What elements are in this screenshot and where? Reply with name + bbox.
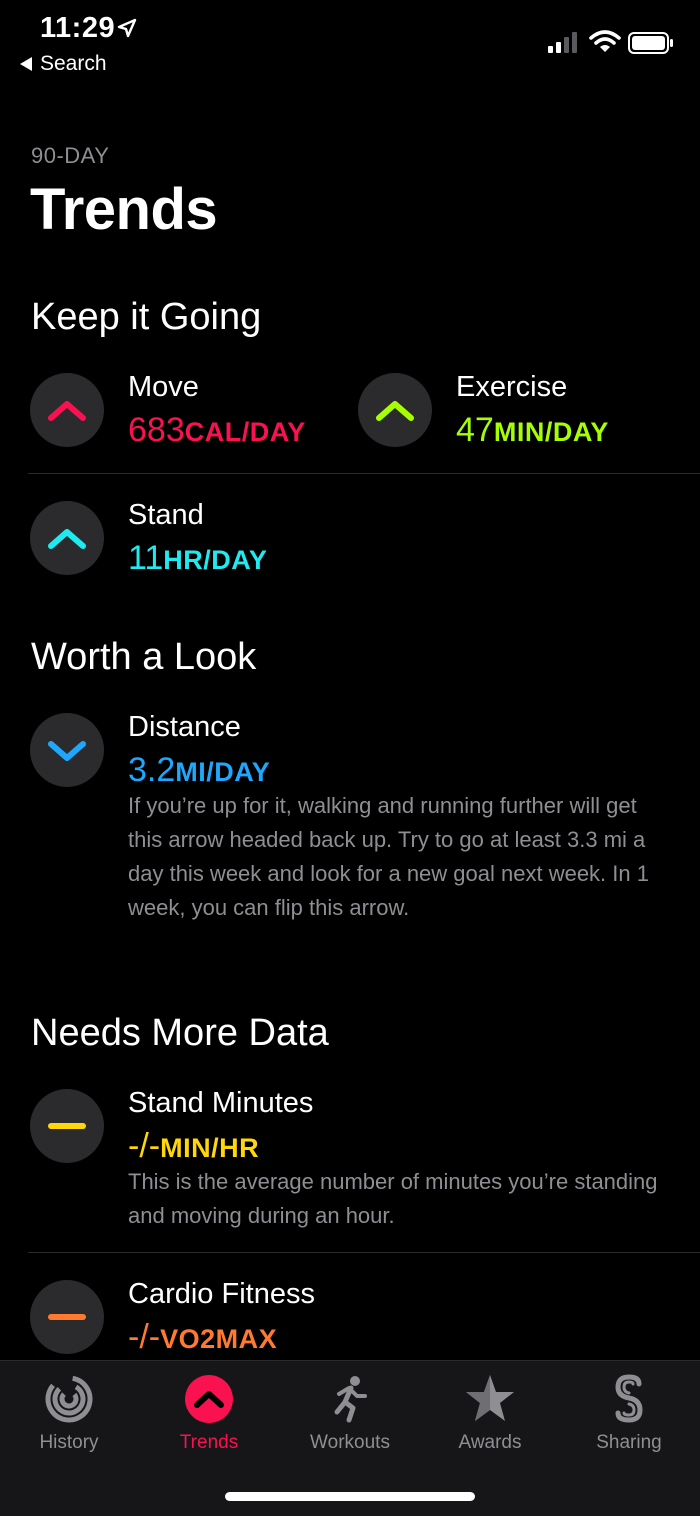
tab-trends[interactable]: Trends: [149, 1373, 269, 1454]
home-indicator[interactable]: [225, 1492, 475, 1501]
trend-label: Exercise: [456, 371, 568, 403]
trend-label: Move: [128, 371, 199, 403]
trend-description: This is the average number of minutes yo…: [128, 1169, 658, 1228]
tab-label: History: [39, 1432, 99, 1453]
chevron-down-icon: [30, 713, 104, 787]
section-title-keep-going: Keep it Going: [31, 296, 262, 338]
back-triangle-icon: [20, 57, 32, 71]
trend-value: 683CAL/DAY: [128, 411, 306, 450]
trend-unit: CAL/DAY: [184, 417, 306, 447]
wifi-icon: [589, 30, 621, 52]
trend-item-stand[interactable]: Stand 11HR/DAY: [30, 499, 430, 581]
tab-label: Sharing: [596, 1432, 662, 1453]
trend-number: 47: [456, 411, 494, 449]
trend-label: Stand: [128, 499, 204, 531]
dash-icon: [30, 1280, 104, 1354]
trend-value: 11HR/DAY: [128, 539, 267, 578]
trend-item-move[interactable]: Move 683CAL/DAY: [30, 371, 330, 453]
section-title-worth-a-look: Worth a Look: [31, 636, 257, 678]
tab-sharing[interactable]: Sharing: [569, 1373, 689, 1454]
trend-item-exercise[interactable]: Exercise 47MIN/DAY: [358, 371, 678, 453]
trend-value: -/-VO2MAX: [128, 1318, 277, 1357]
trend-label: Cardio Fitness: [128, 1278, 315, 1310]
status-bar: 11:29 Search: [0, 0, 700, 90]
trend-unit: HR/DAY: [163, 545, 268, 575]
chevron-up-icon: [30, 373, 104, 447]
trend-unit: MI/DAY: [175, 757, 271, 787]
trend-number: -/-: [128, 1318, 161, 1356]
back-label: Search: [40, 52, 107, 75]
battery-icon: [628, 32, 673, 54]
tab-history[interactable]: History: [9, 1373, 129, 1454]
sharing-s-icon: [603, 1373, 655, 1425]
trend-item-distance[interactable]: Distance 3.2MI/DAY If you’re up for it, …: [30, 711, 670, 963]
trend-unit: MIN/DAY: [493, 417, 609, 447]
tab-label: Trends: [179, 1432, 239, 1453]
trend-number: -/-: [128, 1127, 161, 1165]
trend-label: Distance: [128, 711, 241, 743]
page-eyebrow: 90-DAY: [31, 143, 110, 168]
trend-item-cardio-fitness[interactable]: Cardio Fitness -/-VO2MAX: [30, 1278, 670, 1360]
trends-chevron-icon: [183, 1373, 235, 1425]
tab-label: Awards: [458, 1432, 522, 1453]
tab-awards[interactable]: Awards: [430, 1373, 550, 1454]
running-figure-icon: [324, 1373, 376, 1425]
trend-label: Stand Minutes: [128, 1087, 314, 1119]
back-to-search-link[interactable]: Search: [20, 52, 107, 76]
chevron-up-icon: [358, 373, 432, 447]
tab-label: Workouts: [310, 1432, 390, 1453]
trend-number: 3.2: [128, 751, 176, 789]
trend-item-stand-minutes[interactable]: Stand Minutes -/-MIN/HR This is the aver…: [30, 1087, 670, 1239]
divider: [28, 473, 700, 474]
page-title: Trends: [30, 177, 218, 242]
dash-icon: [30, 1089, 104, 1163]
trend-unit: VO2MAX: [160, 1324, 278, 1354]
trend-value: -/-MIN/HR: [128, 1127, 259, 1166]
cellular-signal-icon: [548, 32, 577, 53]
trend-number: 11: [128, 539, 164, 577]
section-title-needs-more-data: Needs More Data: [31, 1012, 329, 1054]
chevron-up-icon: [30, 501, 104, 575]
tab-workouts[interactable]: Workouts: [290, 1373, 410, 1454]
location-arrow-icon: [117, 18, 137, 38]
trend-number: 683: [128, 411, 185, 449]
trend-value: 47MIN/DAY: [456, 411, 609, 450]
trend-description: If you’re up for it, walking and running…: [128, 793, 649, 920]
trend-value: 3.2MI/DAY: [128, 751, 270, 790]
trend-unit: MIN/HR: [160, 1133, 260, 1163]
history-rings-icon: [43, 1373, 95, 1425]
status-time: 11:29: [40, 12, 116, 44]
divider: [28, 1252, 700, 1253]
star-icon: [464, 1373, 516, 1425]
